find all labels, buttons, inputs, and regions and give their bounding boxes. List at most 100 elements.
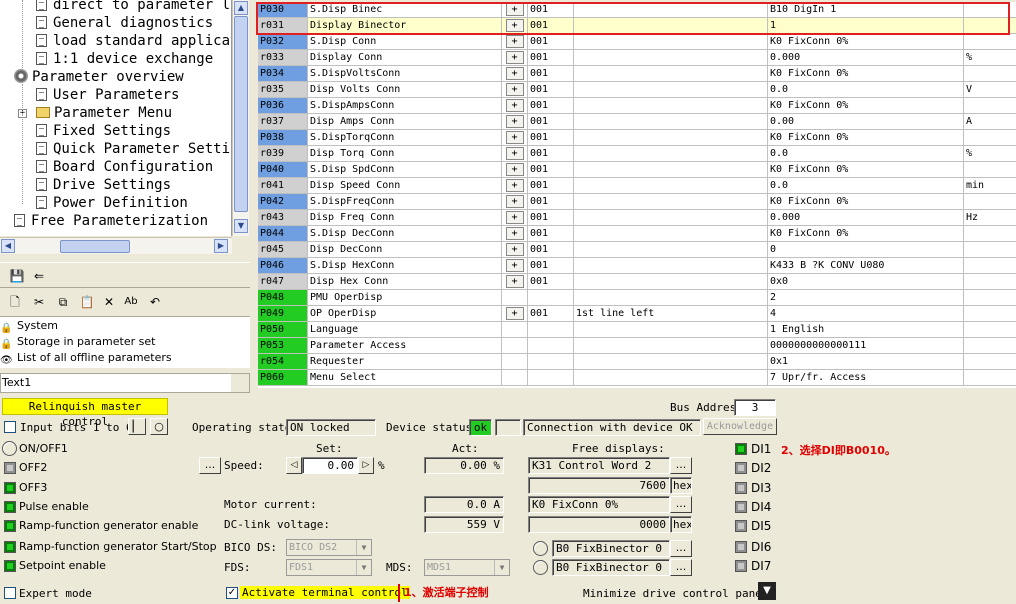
expand-index-button[interactable]: + [505,35,524,48]
expand-index-button[interactable]: + [505,147,524,160]
param-value[interactable]: 0.000 [768,210,964,225]
text-field-scroll[interactable] [231,374,249,392]
param-value[interactable]: K0 FixConn 0% [768,226,964,241]
scroll-left-icon[interactable]: ◀ [1,239,15,253]
speed-set-field[interactable]: 0.00 [302,457,358,474]
free-display-1-more[interactable]: ... [670,457,692,474]
param-value[interactable]: 4 [768,306,964,321]
off2-led[interactable] [4,462,16,474]
param-value[interactable]: 0.00 [768,114,964,129]
table-row[interactable]: P050 Language 1 English [258,322,1016,338]
input-bits-checkbox[interactable] [4,421,16,433]
mds-dropdown[interactable]: MDS1 ▼ [424,559,510,576]
scroll-thumb[interactable] [234,16,248,212]
scroll-down-icon[interactable]: ▼ [234,219,248,233]
tree-item[interactable]: Fixed Settings [36,122,171,140]
rename-icon[interactable]: Ab [122,293,140,311]
table-row[interactable]: P032 S.Disp Conn +001 K0 FixConn 0% [258,34,1016,50]
table-row[interactable]: r043 Disp Freq Conn +001 0.000 Hz [258,210,1016,226]
tree-item[interactable]: Power Definition [36,194,188,212]
param-value[interactable]: 0.0 [768,82,964,97]
expand-index-button[interactable]: + [505,115,524,128]
table-row[interactable]: P034 S.DispVoltsConn +001 K0 FixConn 0% [258,66,1016,82]
table-row[interactable]: P044 S.Disp DecConn +001 K0 FixConn 0% [258,226,1016,242]
list-item[interactable]: 🔒 Storage in parameter set [0,334,155,350]
param-value[interactable]: 0000000000000111 [768,338,964,353]
param-value[interactable]: 0.0 [768,146,964,161]
speed-more-button[interactable]: ... [199,457,221,474]
rfg-enable-led[interactable] [4,520,16,532]
table-row[interactable]: P060 Menu Select 7 Upr/fr. Access [258,370,1016,386]
expand-index-button[interactable]: + [505,163,524,176]
free-binector-1-more[interactable]: ... [670,540,692,557]
tree-item[interactable]: Board Configuration [36,158,213,176]
param-value[interactable]: K0 FixConn 0% [768,194,964,209]
tree-item[interactable]: User Parameters [36,86,179,104]
tree-item[interactable]: Parameter overview [14,68,184,86]
save-icon[interactable]: 💾 [8,267,26,285]
table-row[interactable]: r033 Display Conn +001 0.000% [258,50,1016,66]
list-item[interactable]: 🔒 System [0,318,58,334]
table-row[interactable]: P049 OP OperDisp +001 1st line left 4 [258,306,1016,322]
param-value[interactable]: 1 [768,18,964,33]
tree-item[interactable]: Parameter Menu [36,104,172,122]
table-row[interactable]: r035 Disp Volts Conn +001 0.0 V [258,82,1016,98]
pulse-enable-led[interactable] [4,501,16,513]
expand-index-button[interactable]: + [505,259,524,272]
table-row[interactable]: r031 Display Binector +001 1 [258,18,1016,34]
table-row[interactable]: P040 S.Disp SpdConn +001 K0 FixConn 0% [258,162,1016,178]
param-value[interactable]: K0 FixConn 0% [768,130,964,145]
relinquish-button[interactable]: Relinquish master control [2,398,168,428]
table-row[interactable]: P046 S.Disp HexConn +001 K433 B ?K CONV U08… [258,258,1016,274]
input-bits-button[interactable]: ▏ [128,418,146,435]
paste-icon[interactable]: 📋 [78,293,96,311]
load-icon[interactable]: ⇐ [30,267,48,285]
text-field[interactable]: Text1 [0,373,250,393]
param-value[interactable]: K0 FixConn 0% [768,66,964,81]
scroll-right-icon[interactable]: ▶ [214,239,228,253]
table-row[interactable]: r054 Requester 0x1 [258,354,1016,370]
expert-mode-checkbox[interactable] [4,587,16,599]
copy-icon[interactable]: ⧉ [54,293,72,311]
bico-dropdown[interactable]: BICO DS2 ▼ [286,539,372,556]
undo-icon[interactable]: ↶ [146,293,164,311]
expand-index-button[interactable]: + [505,3,524,16]
table-row[interactable]: P048 PMU OperDisp 2 [258,290,1016,306]
free-binector-2-more[interactable]: ... [670,559,692,576]
tree-item[interactable]: Quick Parameter Settin [36,140,231,158]
param-value[interactable]: K0 FixConn 0% [768,98,964,113]
scroll-thumb[interactable] [60,240,130,253]
expand-index-button[interactable]: + [505,67,524,80]
table-row[interactable]: P042 S.DispFreqConn +001 K0 FixConn 0% [258,194,1016,210]
expand-index-button[interactable]: + [505,19,524,32]
expand-index-button[interactable]: + [505,275,524,288]
param-value[interactable]: K0 FixConn 0% [768,34,964,49]
rfg-start-led[interactable] [4,541,16,553]
table-row[interactable]: P038 S.DispTorqConn +001 K0 FixConn 0% [258,130,1016,146]
table-row[interactable]: r047 Disp Hex Conn +001 0x0 [258,274,1016,290]
bus-address-field[interactable]: 3 [734,399,776,416]
off3-led[interactable] [4,482,16,494]
new-icon[interactable]: 🗋 [6,293,24,311]
setpoint-enable-led[interactable] [4,560,16,572]
tree-vertical-scrollbar[interactable]: ▲ ▼ [232,0,249,236]
table-row[interactable]: P030 S.Disp Binec +001 B10 DigIn 1 [258,2,1016,18]
param-value[interactable]: 0x1 [768,354,964,369]
tree-item[interactable]: 1:1 device exchange [36,50,213,68]
pane-splitter[interactable] [250,0,258,395]
activate-terminal-checkbox[interactable]: ✓ [226,587,238,599]
param-value[interactable]: K433 B ?K CONV U080 [768,258,964,273]
input-bits-led-button[interactable]: ○ [150,418,168,435]
speed-decrease-icon[interactable]: ◁ [286,457,302,474]
project-tree[interactable]: direct to parameter li General diagnostic… [0,0,232,236]
table-row[interactable]: r045 Disp DecConn +001 0 [258,242,1016,258]
free-display-2-more[interactable]: ... [670,496,692,513]
on-off1-button[interactable] [2,441,17,456]
expand-index-button[interactable]: + [505,195,524,208]
param-value[interactable]: 0.000 [768,50,964,65]
speed-increase-icon[interactable]: ▷ [358,457,374,474]
param-value[interactable]: 0 [768,242,964,257]
table-row[interactable]: P036 S.DispAmpsConn +001 K0 FixConn 0% [258,98,1016,114]
tree-item[interactable]: Drive Settings [36,176,171,194]
tree-item[interactable]: load standard applicat [36,32,231,50]
